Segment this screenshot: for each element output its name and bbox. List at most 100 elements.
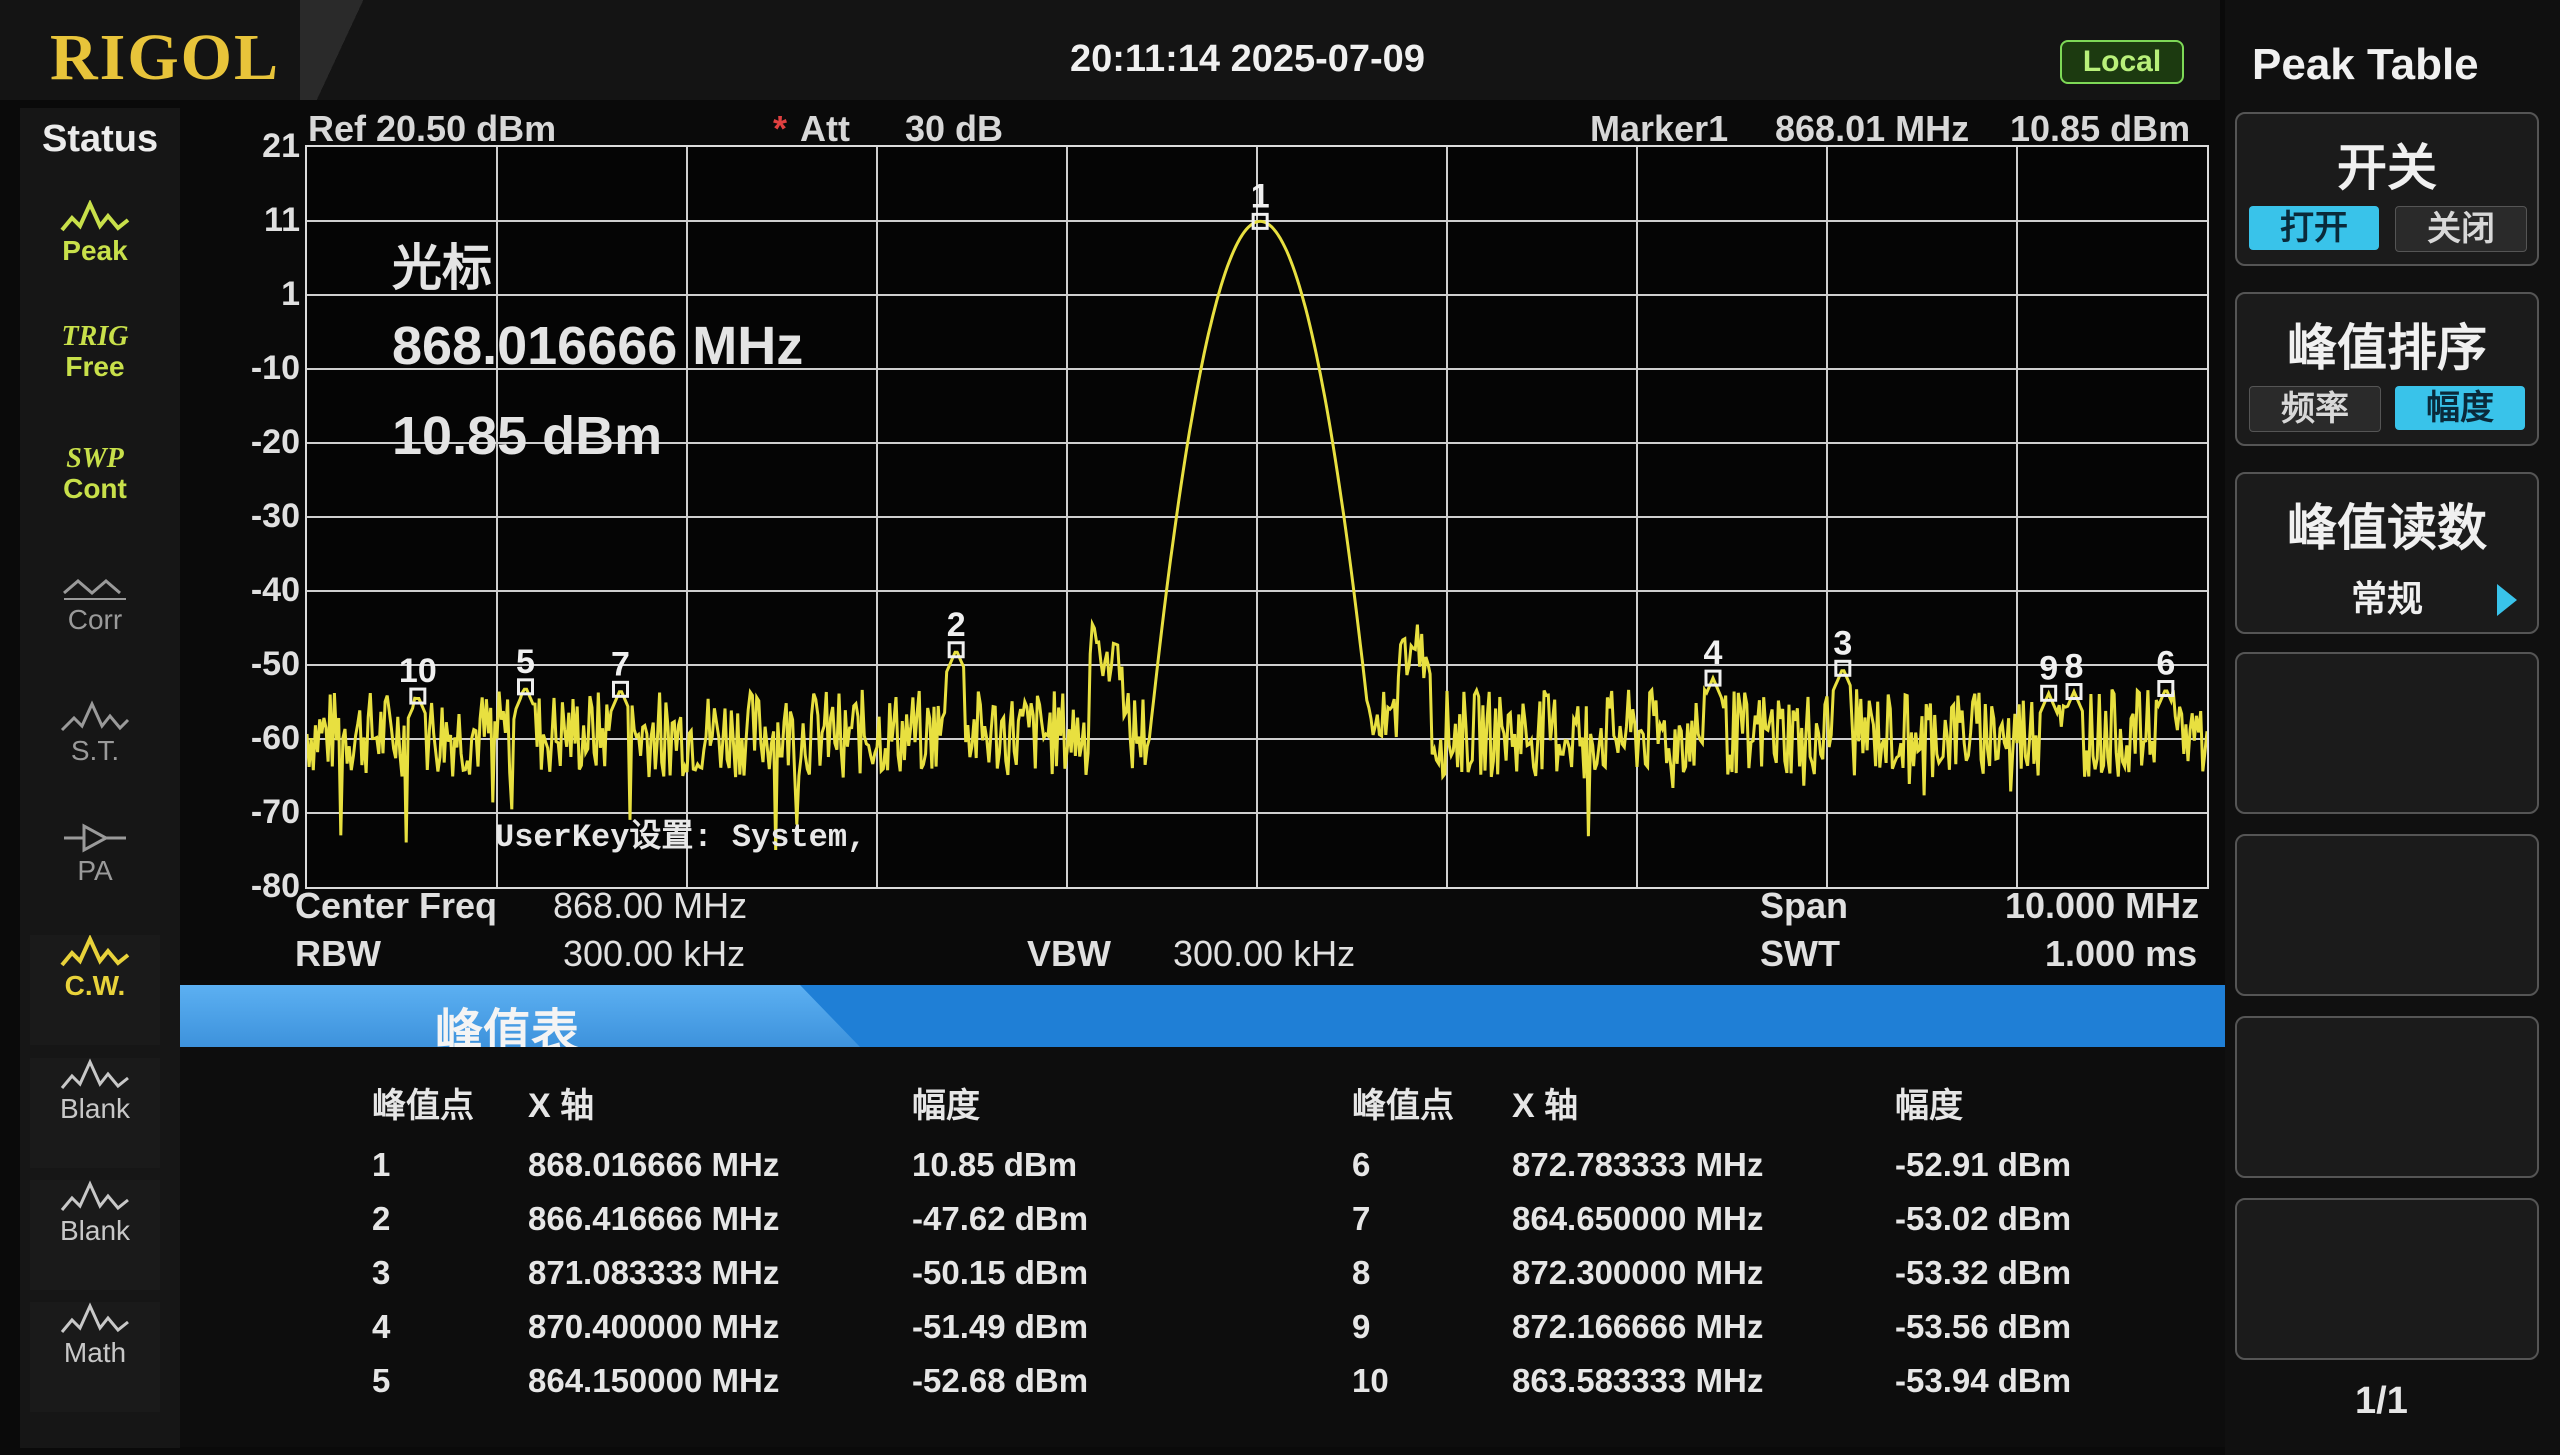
status-cw: C.W. xyxy=(30,935,160,1045)
status-trig-sub: TRIG xyxy=(61,321,129,352)
peak-marker-label: 10 xyxy=(399,652,437,690)
peak-row-x: 871.083333 MHz xyxy=(528,1254,780,1291)
peak-row-n: 6 xyxy=(1352,1146,1371,1183)
peak-marker-label: 1 xyxy=(1251,177,1270,215)
status-blank-1-label: Blank xyxy=(59,1093,131,1124)
peak-readout-softkey-label: 峰值读数 xyxy=(2287,500,2487,556)
peak-row-x: 872.300000 MHz xyxy=(1512,1254,1764,1291)
peak-row-amp: -53.02 dBm xyxy=(1895,1200,2072,1237)
peak-readout-softkey[interactable]: 峰值读数 常规 xyxy=(2235,472,2539,634)
center-freq-value: 868.00 MHz xyxy=(553,885,748,926)
y-tick-label: -30 xyxy=(250,497,300,535)
peak-marker[interactable] xyxy=(517,678,534,696)
swt-value: 1.000 ms xyxy=(2045,933,2198,974)
sort-by-amplitude-option[interactable]: 幅度 xyxy=(2395,386,2525,430)
peak-row-amp: -51.49 dBm xyxy=(912,1308,1089,1345)
y-tick-label: 1 xyxy=(281,275,300,313)
switch-softkey-label: 开关 xyxy=(2337,140,2437,196)
rbw-label: RBW xyxy=(295,933,381,974)
span-value: 10.000 MHz xyxy=(2005,885,2200,926)
peak-row-n: 8 xyxy=(1352,1254,1371,1291)
softkey-empty-4[interactable] xyxy=(2235,652,2539,814)
marker-freq: 868.01 MHz xyxy=(1775,108,1970,149)
status-math: Math xyxy=(30,1302,160,1412)
peak-row-n: 9 xyxy=(1352,1308,1371,1345)
peak-marker[interactable] xyxy=(612,680,629,698)
peak-row-n: 2 xyxy=(372,1200,391,1237)
center-freq-label: Center Freq xyxy=(295,885,498,926)
status-blank-2: Blank xyxy=(30,1180,160,1290)
blank-wave-icon xyxy=(60,1180,129,1211)
att-value: 30 dB xyxy=(905,108,1004,149)
peak-row-amp: -52.68 dBm xyxy=(912,1362,1089,1399)
softkey-empty-5[interactable] xyxy=(2235,834,2539,996)
spectrum-display[interactable]: 1 2 3 4 5 6 7 8 9 10 xyxy=(305,145,2209,889)
rbw-value: 300.00 kHz xyxy=(563,933,746,974)
status-blank-1: Blank xyxy=(30,1058,160,1168)
datetime-display: 20:11:14 2025-07-09 xyxy=(1070,38,1425,80)
status-cw-label: C.W. xyxy=(64,970,126,1001)
col-header-x-left: X 轴 xyxy=(528,1087,595,1125)
att-star: * xyxy=(773,108,788,149)
peak-row-amp: -50.15 dBm xyxy=(912,1254,1089,1291)
marker-name: Marker1 xyxy=(1590,108,1729,149)
peak-sort-softkey[interactable]: 峰值排序 频率 幅度 xyxy=(2235,292,2539,446)
y-tick-label: -70 xyxy=(250,793,300,831)
local-mode-badge: Local xyxy=(2060,40,2184,84)
sort-by-frequency-option[interactable]: 频率 xyxy=(2249,386,2381,432)
peak-row-n: 10 xyxy=(1352,1362,1389,1399)
y-tick-label: -10 xyxy=(250,349,300,387)
peak-row-x: 866.416666 MHz xyxy=(528,1200,780,1237)
peak-marker-label: 5 xyxy=(516,643,535,681)
col-header-point-right: 峰值点 xyxy=(1352,1087,1454,1125)
peak-row-x: 870.400000 MHz xyxy=(528,1308,780,1345)
status-st-label: S.T. xyxy=(70,735,120,766)
status-pa: PA xyxy=(30,820,160,930)
col-header-amp-right: 幅度 xyxy=(1895,1087,1963,1125)
peak-row-amp: -47.62 dBm xyxy=(912,1200,1089,1237)
span-label: Span xyxy=(1760,885,1849,926)
y-tick-label: -80 xyxy=(250,867,300,905)
peak-marker-label: 4 xyxy=(1704,634,1723,672)
y-tick-label: 21 xyxy=(262,127,300,165)
peak-row-amp: -53.56 dBm xyxy=(1895,1308,2072,1345)
softkey-menu-title: Peak Table xyxy=(2252,40,2479,89)
peak-row-x: 863.583333 MHz xyxy=(1512,1362,1764,1399)
peak-row-x: 864.650000 MHz xyxy=(1512,1200,1764,1237)
triangle-right-icon xyxy=(2497,584,2517,616)
userkey-text: UserKey设置: System, xyxy=(495,819,867,856)
cw-wave-icon xyxy=(60,935,130,967)
spectrum-plot: 1 2 3 4 5 6 7 89 10 xyxy=(305,147,2209,887)
pa-icon xyxy=(64,823,126,853)
peak-marker[interactable] xyxy=(2157,680,2175,698)
peak-row-x: 872.783333 MHz xyxy=(1512,1146,1764,1183)
peak-marker[interactable] xyxy=(947,641,965,659)
peak-marker[interactable] xyxy=(1834,659,1852,677)
switch-on-option[interactable]: 打开 xyxy=(2249,206,2379,250)
blank-wave-icon xyxy=(60,1058,129,1089)
y-tick-label: -60 xyxy=(250,719,300,757)
softkey-empty-7[interactable] xyxy=(2235,1198,2539,1360)
peak-marker-label: 9 xyxy=(2039,649,2058,687)
peak-marker-label: 3 xyxy=(1833,624,1852,662)
peak-row-n: 7 xyxy=(1352,1200,1371,1237)
marker-readout-amp: 10.85 dBm xyxy=(392,406,663,466)
peak-marker-label: 2 xyxy=(947,606,966,644)
status-peak: Peak xyxy=(30,200,160,310)
att-label: Att xyxy=(800,108,850,149)
status-st: S.T. xyxy=(30,700,160,810)
status-peak-label: Peak xyxy=(62,235,128,266)
peak-row-amp: 10.85 dBm xyxy=(912,1146,1078,1183)
status-corr-label: Corr xyxy=(67,604,123,635)
st-icon xyxy=(60,700,130,732)
peak-readout-value: 常规 xyxy=(2350,578,2423,619)
peak-row-n: 1 xyxy=(372,1146,391,1183)
switch-off-option[interactable]: 关闭 xyxy=(2395,206,2527,252)
status-blank-2-label: Blank xyxy=(59,1215,131,1246)
peak-marker-label: 8 xyxy=(2065,648,2084,686)
marker-readout-freq: 868.016666 MHz xyxy=(392,316,804,376)
vbw-value: 300.00 kHz xyxy=(1173,933,1356,974)
peak-row-x: 868.016666 MHz xyxy=(528,1146,780,1183)
softkey-empty-6[interactable] xyxy=(2235,1016,2539,1178)
switch-softkey[interactable]: 开关 打开 关闭 xyxy=(2235,112,2539,266)
